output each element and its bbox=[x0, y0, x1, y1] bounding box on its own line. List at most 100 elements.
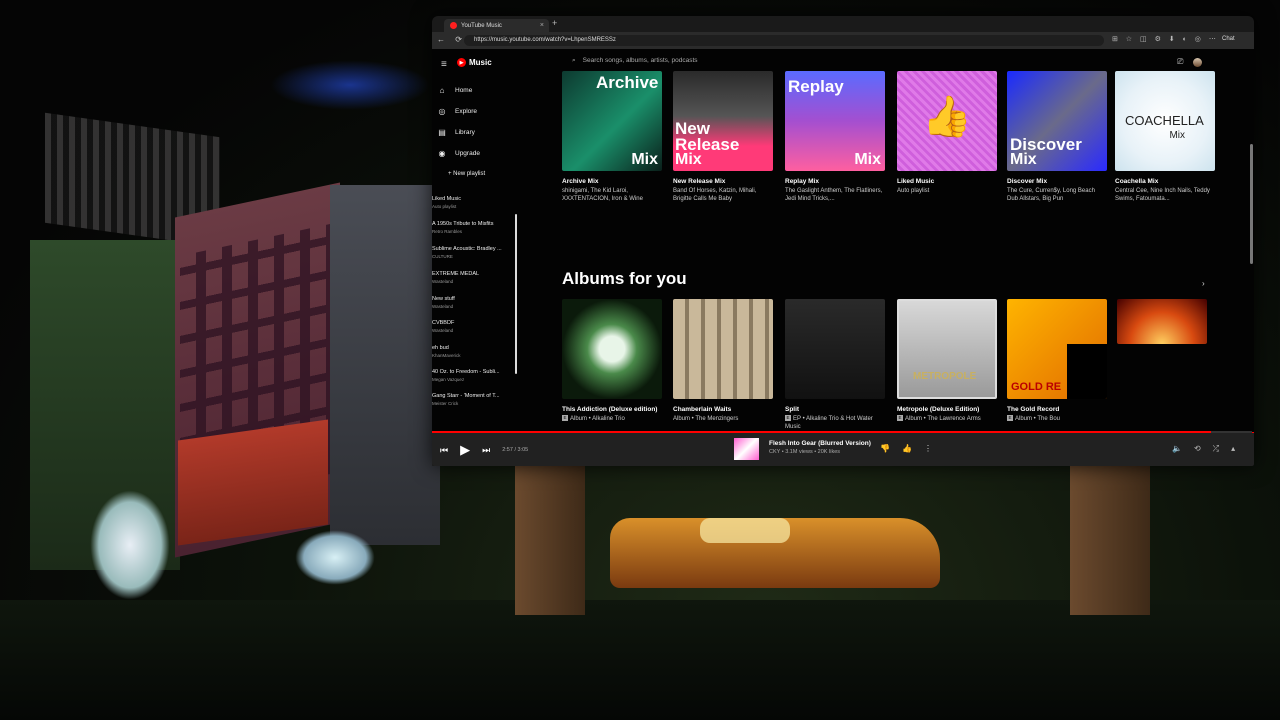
dislike-icon[interactable]: 👎 bbox=[880, 444, 890, 453]
menu-icon[interactable]: ≡ bbox=[441, 59, 447, 70]
album-art bbox=[1117, 299, 1207, 344]
playlist-owner: Meister Crick bbox=[432, 401, 459, 406]
thumbs-up-icon: 👍 bbox=[922, 95, 972, 139]
album-art: 👍 bbox=[897, 71, 997, 171]
playlist-title: CVBBDF bbox=[432, 320, 455, 326]
now-playing-art[interactable] bbox=[734, 438, 759, 460]
next-icon[interactable]: ⏭ bbox=[482, 445, 490, 456]
card-title: Discover Mix bbox=[1007, 178, 1048, 185]
cast-icon[interactable]: ⎚ bbox=[1177, 57, 1183, 67]
mix-card-replay[interactable]: Replay Mix Replay Mix The Gaslight Anthe… bbox=[785, 71, 885, 203]
graffiti-wall bbox=[178, 419, 328, 546]
card-subtitle: Auto playlist bbox=[897, 188, 930, 194]
list-item[interactable]: EXTREME MEDAL Wasteland bbox=[432, 271, 517, 284]
list-item[interactable]: Sublime Acoustic: Bradley ... CULTURE bbox=[432, 246, 517, 259]
list-item[interactable]: New stuff Wasteland bbox=[432, 296, 517, 309]
chevron-right-icon[interactable]: › bbox=[1202, 279, 1205, 288]
album-art: Archive Mix bbox=[562, 71, 662, 171]
shuffle-icon[interactable]: ⤮ bbox=[1213, 444, 1219, 454]
album-card[interactable]: Chamberlain Waits Album • The Menzingers bbox=[673, 299, 773, 423]
mix-card-coachella[interactable]: COACHELLA Mix Coachella Mix Central Cee,… bbox=[1115, 71, 1215, 203]
mix-art-label: Mix bbox=[854, 151, 881, 168]
back-reload-icon[interactable]: ← ⟳ bbox=[437, 35, 466, 44]
card-subtitle: E EP • Alkaline Trio & Hot Water Music bbox=[785, 415, 885, 431]
volume-icon[interactable]: 🔈 bbox=[1172, 444, 1182, 454]
list-item[interactable]: eh bud KhanMaverick bbox=[432, 345, 517, 358]
sidebar-item-label: Home bbox=[455, 87, 473, 94]
tab-youtube-music[interactable]: YouTube Music × bbox=[444, 19, 549, 32]
now-playing-title[interactable]: Flesh Into Gear (Blurred Version) bbox=[769, 440, 871, 447]
time-display: 2:57 / 3:05 bbox=[502, 447, 529, 453]
card-title: Chamberlain Waits bbox=[673, 406, 732, 413]
card-subtitle: E Album • The Bou bbox=[1007, 415, 1107, 423]
album-card[interactable]: GOLD RE The Gold Record E Album • The Bou bbox=[1007, 299, 1107, 423]
playlist-owner: Megan Vazquez bbox=[432, 377, 465, 382]
previous-icon[interactable]: ⏮ bbox=[440, 445, 448, 456]
album-meta: EP • Alkaline Trio & Hot Water Music bbox=[785, 416, 873, 430]
search-input[interactable]: Search songs, albums, artists, podcasts bbox=[583, 54, 698, 68]
album-card-partial[interactable] bbox=[1117, 299, 1207, 344]
extensions-icon[interactable]: ⊞ ☆ ◫ ⚙ ⬇ ◐ ◎ ⋯ bbox=[1112, 35, 1219, 43]
card-subtitle: Band Of Horses, Katzin, Mihali, Brigitte… bbox=[673, 188, 757, 202]
chat-button[interactable]: Chat bbox=[1222, 36, 1235, 42]
mix-art-label: Mix bbox=[1010, 151, 1037, 168]
main-scrollbar[interactable] bbox=[1250, 144, 1253, 264]
sidebar-item-home[interactable]: ⌂ Home bbox=[437, 86, 473, 95]
url-field[interactable]: https://music.youtube.com/watch?v=LhpenS… bbox=[464, 35, 1104, 46]
explicit-icon: E bbox=[785, 415, 791, 422]
sidebar-item-upgrade[interactable]: ◉ Upgrade bbox=[437, 149, 480, 158]
search-bar[interactable]: ⌕ Search songs, albums, artists, podcast… bbox=[572, 54, 872, 68]
mix-art-label: Mix bbox=[1169, 130, 1185, 141]
mix-card-new-release[interactable]: New Release Mix New Release Mix Band Of … bbox=[673, 71, 773, 203]
liked-music-card[interactable]: 👍 Liked Music Auto playlist bbox=[897, 71, 997, 195]
list-item[interactable]: CVBBDF Wasteland bbox=[432, 320, 517, 333]
album-card[interactable]: METROPOLE Metropole (Deluxe Edition) E Al… bbox=[897, 299, 997, 423]
close-icon[interactable]: × bbox=[540, 22, 544, 29]
card-title: Liked Music bbox=[897, 178, 935, 185]
more-icon[interactable]: ⋮ bbox=[924, 444, 932, 453]
card-subtitle: Central Cee, Nine Inch Nails, Teddy Swim… bbox=[1115, 188, 1210, 202]
avatar[interactable] bbox=[1193, 57, 1203, 67]
sidebar-item-library[interactable]: ▤ Library bbox=[437, 128, 475, 137]
mix-card-discover[interactable]: Discover Mix Discover Mix The Cure, Curr… bbox=[1007, 71, 1107, 203]
card-subtitle: Album • The Menzingers bbox=[673, 416, 739, 422]
album-card[interactable]: Split E EP • Alkaline Trio & Hot Water Mu… bbox=[785, 299, 885, 431]
album-art: COACHELLA Mix bbox=[1115, 71, 1215, 171]
logo[interactable]: ▶ Music bbox=[457, 58, 492, 67]
playlist-title: New stuff bbox=[432, 296, 455, 302]
sidebar-item-label: Library bbox=[455, 129, 475, 136]
sidebar-item-explore[interactable]: ◎ Explore bbox=[437, 107, 478, 116]
album-meta: Album • The Bou bbox=[1015, 416, 1061, 422]
top-right-actions: ⎚ bbox=[1177, 57, 1203, 67]
like-icon[interactable]: 👍 bbox=[902, 444, 912, 453]
list-item[interactable]: Gang Starr - 'Moment of T... Meister Cric… bbox=[432, 393, 517, 406]
card-title: Coachella Mix bbox=[1115, 178, 1159, 185]
mix-art-label: Mix bbox=[631, 151, 658, 168]
new-tab-button[interactable]: + bbox=[552, 18, 557, 28]
new-playlist-button[interactable]: + New playlist bbox=[448, 171, 485, 177]
card-title: Metropole (Deluxe Edition) bbox=[897, 406, 980, 413]
card-subtitle: The Cure, Curren$y, Long Beach Dub Allst… bbox=[1007, 188, 1095, 202]
album-card[interactable]: This Addiction (Deluxe edition) E Album •… bbox=[562, 299, 662, 423]
mix-card-archive[interactable]: Archive Mix Archive Mix shinigami, The K… bbox=[562, 71, 662, 203]
list-item[interactable]: A 1950s Tribute to Misfits Retro Rambles bbox=[432, 221, 517, 234]
album-art bbox=[785, 299, 885, 399]
neon-sky-glow bbox=[270, 60, 430, 110]
list-item[interactable]: 40 Oz. to Freedom - Subli... Megan Vazque… bbox=[432, 369, 517, 382]
list-item[interactable]: Liked Music Auto playlist bbox=[432, 196, 517, 209]
explicit-icon: E bbox=[1007, 415, 1013, 422]
mix-art-title: COACHELLA bbox=[1125, 113, 1204, 128]
progress-bar[interactable] bbox=[432, 431, 1252, 433]
playlist-title: Sublime Acoustic: Bradley ... bbox=[432, 246, 502, 252]
repeat-icon[interactable]: ⟲ bbox=[1194, 444, 1201, 454]
now-playing-subtitle: CKY • 3.1M views • 20K likes bbox=[769, 449, 840, 455]
expand-icon[interactable]: ▴ bbox=[1231, 444, 1235, 454]
album-art-text: METROPOLE bbox=[913, 371, 977, 382]
youtube-music-favicon-icon bbox=[450, 22, 457, 29]
progress-fill bbox=[432, 431, 1211, 433]
mix-art-title: Archive bbox=[596, 73, 659, 92]
sidebar-scrollbar[interactable] bbox=[515, 214, 517, 374]
playlist-owner: CULTURE bbox=[432, 254, 453, 259]
play-icon[interactable]: ▶ bbox=[460, 442, 470, 458]
tab-title: YouTube Music bbox=[461, 22, 502, 29]
